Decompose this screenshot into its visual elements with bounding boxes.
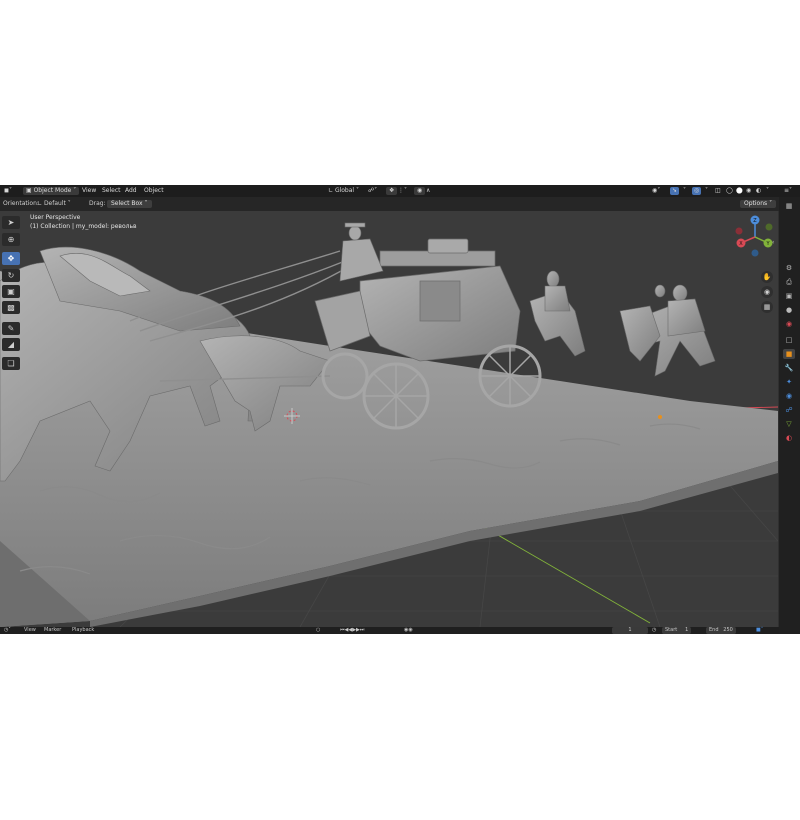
timeline-settings-icon[interactable]: ■˅ — [756, 627, 763, 634]
stopwatch-icon[interactable]: ◷ — [652, 627, 656, 634]
editor-type-icon[interactable]: ◼˅ — [4, 187, 12, 195]
constraints-tab-icon[interactable]: ☍ — [783, 405, 795, 415]
viewport-header: ◼˅ ▣ Object Mode ˅ View Select Add Objec… — [0, 185, 800, 197]
physics-tab-icon[interactable]: ◉ — [783, 391, 795, 401]
xray-toggle-icon[interactable]: ◫ — [715, 187, 721, 195]
keyframe-toggle-icon[interactable]: ○ — [316, 627, 320, 634]
snap-dropdown-icon[interactable]: ⋮˅ — [398, 187, 407, 195]
object-mode-icon: ▣ — [26, 187, 34, 194]
camera-view-icon[interactable]: ◉ — [761, 286, 773, 298]
shading-material-icon[interactable]: ◉ — [746, 187, 751, 195]
move-icon: ✥ — [7, 254, 15, 263]
transform-icon: ▩ — [7, 303, 15, 312]
output-tab-icon[interactable]: ⎙ — [783, 277, 795, 287]
add-cube-tool[interactable]: ❏ — [2, 357, 20, 370]
drag-dropdown[interactable]: Select Box ˅ — [107, 200, 152, 208]
timeline-header: ◷˅ View Marker Playback ○ ⏮◀◀▶▶⏭ ◉◉ 1 ◷ … — [0, 627, 779, 634]
modifier-tab-icon[interactable]: 🔧 — [783, 363, 795, 373]
pencil-icon: ✎ — [7, 324, 15, 333]
rotate-icon: ↻ — [7, 271, 15, 280]
drag-label: Drag: — [89, 200, 106, 207]
sidebar-toggle-icon[interactable]: ‹ — [772, 239, 774, 246]
perspective-label: User Perspective — [30, 214, 81, 221]
keying-icon[interactable]: ◉◉ — [404, 627, 413, 634]
snap-icon[interactable]: ❖ — [386, 187, 398, 195]
menu-view[interactable]: View — [82, 187, 96, 195]
gizmo-toggle-icon[interactable]: ➘ — [670, 187, 680, 195]
timeline-editor-icon[interactable]: ◷˅ — [4, 627, 11, 634]
options-dropdown[interactable]: Options ˅ — [740, 200, 777, 208]
gizmo-dropdown-icon[interactable]: ˅ — [683, 187, 686, 195]
rotate-tool[interactable]: ↻ — [2, 269, 20, 282]
overlay-dropdown-icon[interactable]: ˅ — [705, 187, 708, 195]
shading-rendered-icon[interactable]: ◐ — [756, 187, 761, 195]
scale-icon: ▣ — [7, 287, 15, 296]
playback-controls[interactable]: ⏮◀◀▶▶⏭ — [340, 627, 364, 634]
proportional-edit-icon[interactable]: ◉ — [414, 187, 426, 195]
end-frame-field[interactable]: End 250 — [706, 627, 736, 634]
falloff-icon[interactable]: ∧ — [426, 187, 430, 195]
shading-wireframe-icon[interactable]: ◯ — [726, 187, 733, 195]
view-layer-tab-icon[interactable]: ▣ — [783, 291, 795, 301]
object-tab-icon[interactable]: ■ — [783, 349, 795, 359]
navigation-gizmo[interactable]: Z X Y — [733, 215, 777, 259]
object-origin — [658, 415, 662, 419]
cursor-tool[interactable]: ⊕ — [2, 233, 20, 246]
3d-viewport[interactable]: User Perspective (1) Collection | my_mod… — [0, 211, 778, 627]
gizmo-x-label: X — [739, 241, 743, 247]
scale-tool[interactable]: ▣ — [2, 285, 20, 298]
blender-window: ◼˅ ▣ Object Mode ˅ View Select Add Objec… — [0, 185, 800, 634]
tool-settings-header: Orientation: ∟ Default ˅ Drag: Select Bo… — [0, 197, 800, 211]
scene-tab-icon[interactable]: ● — [783, 305, 795, 315]
annotate-tool[interactable]: ✎ — [2, 322, 20, 335]
properties-editor-icon[interactable]: ≡˅ — [784, 187, 792, 195]
menu-select[interactable]: Select — [102, 187, 121, 195]
start-frame-field[interactable]: Start 1 — [662, 627, 692, 634]
orientation-dropdown[interactable]: ∟ Global ˅ — [328, 187, 359, 195]
move-tool[interactable]: ✥ — [2, 252, 20, 265]
select-box-tool[interactable]: ➤ — [2, 216, 20, 229]
transform-orientation-dropdown[interactable]: ∟ Default ˅ — [37, 200, 71, 208]
menu-object[interactable]: Object — [144, 187, 164, 195]
shading-solid-icon[interactable]: ⬤ — [736, 187, 743, 195]
perspective-grid-icon[interactable]: ▦ — [761, 301, 773, 313]
render-tab-icon[interactable]: ⚙ — [783, 263, 795, 273]
orientation-label: Orientation: — [3, 200, 39, 207]
add-cube-icon: ❏ — [7, 359, 15, 368]
transform-tool[interactable]: ▩ — [2, 301, 20, 314]
particles-tab-icon[interactable]: ✦ — [783, 377, 795, 387]
collection-label: (1) Collection | my_model: револьв — [30, 223, 137, 230]
ruler-icon: ◢ — [7, 340, 15, 349]
overlay-toggle-icon[interactable]: ◎ — [692, 187, 702, 195]
tool-tab-icon[interactable]: ▦ — [783, 201, 795, 211]
material-tab-icon[interactable]: ◐ — [783, 433, 795, 443]
select-cursor-icon: ➤ — [7, 218, 15, 227]
axes-icon: ∟ — [328, 187, 335, 194]
gizmo-z-label: Z — [753, 218, 757, 224]
orientation-icon: ∟ — [37, 200, 44, 207]
visibility-icon[interactable]: ◉˅ — [652, 187, 660, 195]
timeline-menu-view[interactable]: View — [24, 627, 36, 634]
collection-tab-icon[interactable]: □ — [783, 335, 795, 345]
properties-tabs: ▦ ⚙ ⎙ ▣ ● ◉ □ ■ 🔧 ✦ ◉ ☍ ▽ ◐ — [779, 197, 800, 634]
pivot-icon[interactable]: ☍˅ — [368, 187, 377, 195]
timeline-menu-marker[interactable]: Marker — [44, 627, 61, 634]
world-tab-icon[interactable]: ◉ — [783, 319, 795, 329]
zoom-hand-icon[interactable]: ✋ — [761, 271, 773, 283]
mode-dropdown[interactable]: ▣ Object Mode ˅ — [23, 187, 80, 195]
current-frame-field[interactable]: 1 — [612, 627, 648, 634]
cursor-icon: ⊕ — [7, 235, 15, 244]
scene-render — [0, 211, 778, 627]
timeline-menu-playback[interactable]: Playback — [72, 627, 94, 634]
menu-add[interactable]: Add — [125, 187, 137, 195]
measure-tool[interactable]: ◢ — [2, 338, 20, 351]
mode-label: Object Mode — [33, 187, 72, 194]
data-tab-icon[interactable]: ▽ — [783, 419, 795, 429]
shading-dropdown-icon[interactable]: ˅ — [766, 187, 769, 195]
